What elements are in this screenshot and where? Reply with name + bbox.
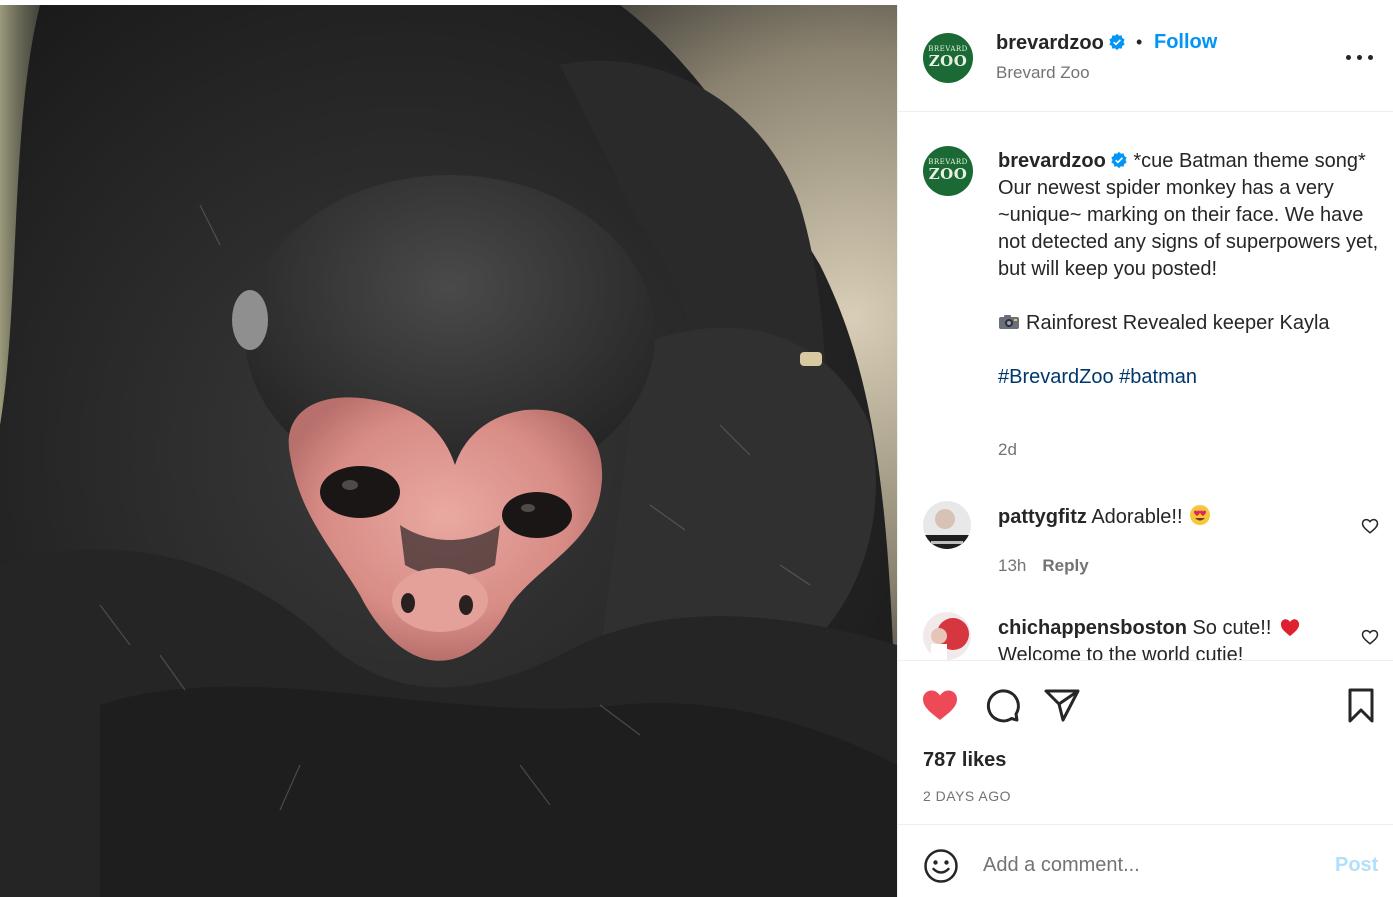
logo-text-bottom: ZOO xyxy=(928,165,968,183)
caption-avatar[interactable]: BREVARD ZOO xyxy=(923,146,973,196)
header-username-wrap: brevardzoo xyxy=(996,32,1126,55)
comment-avatar[interactable] xyxy=(923,501,971,549)
zoo-logo: BREVARD ZOO xyxy=(923,33,973,83)
comment-input[interactable] xyxy=(983,847,1303,883)
post-actions: 787 likes 2 DAYS AGO xyxy=(898,660,1393,824)
caption-time[interactable]: 2d xyxy=(998,440,1017,460)
caption-text: brevardzoo *cue Batman theme song* Our n… xyxy=(998,148,1383,391)
follow-button[interactable]: Follow xyxy=(1154,31,1217,54)
caption-credit-line: Rainforest Revealed keeper Kayla xyxy=(998,310,1383,337)
avatar-image xyxy=(923,612,971,660)
comment-row: pattygfitz Adorable!! 13h Reply xyxy=(898,501,1393,601)
save-bookmark-icon[interactable] xyxy=(1341,685,1381,725)
logo-text-bottom: ZOO xyxy=(928,52,968,70)
comment-like-icon[interactable] xyxy=(1361,517,1379,535)
comment-row: chichappensboston So cute!! Welcome to t… xyxy=(898,612,1393,660)
header-subtitle[interactable]: Brevard Zoo xyxy=(996,63,1090,83)
comment-text: pattygfitz Adorable!! xyxy=(998,504,1348,531)
caption-hashtags[interactable]: #BrevardZoo #batman xyxy=(998,364,1383,391)
caption-credit: Rainforest Revealed keeper Kayla xyxy=(1026,312,1330,334)
comment-like-icon[interactable] xyxy=(1361,628,1379,646)
comment-body: Adorable!! xyxy=(1091,506,1183,528)
likes-count[interactable]: 787 likes xyxy=(923,749,1006,772)
red-heart-emoji-icon xyxy=(1281,619,1300,637)
avatar-image xyxy=(923,501,971,549)
comment-text: chichappensboston So cute!! Welcome to t… xyxy=(998,615,1348,660)
spider-monkey-photo xyxy=(0,5,897,897)
more-options-icon[interactable] xyxy=(1346,45,1374,69)
comments-area[interactable]: BREVARD ZOO brevardzoo *cue Batman theme… xyxy=(898,113,1393,660)
add-comment-bar: Post xyxy=(898,824,1393,897)
like-heart-icon[interactable] xyxy=(920,685,960,725)
heart-eyes-emoji-icon xyxy=(1189,505,1210,525)
emoji-picker-icon[interactable] xyxy=(923,848,959,884)
share-icon[interactable] xyxy=(1042,685,1082,725)
comment-icon[interactable] xyxy=(982,685,1022,725)
comment-username[interactable]: pattygfitz xyxy=(998,506,1087,528)
header-separator: • xyxy=(1136,32,1143,52)
post-date[interactable]: 2 DAYS AGO xyxy=(923,788,1011,804)
post-photo[interactable] xyxy=(0,5,897,897)
post-header: BREVARD ZOO brevardzoo • Follow Brevard … xyxy=(898,5,1393,112)
post-side-panel: BREVARD ZOO brevardzoo • Follow Brevard … xyxy=(897,5,1393,897)
zoo-logo: BREVARD ZOO xyxy=(923,146,973,196)
post-button[interactable]: Post xyxy=(1335,854,1378,877)
verified-badge-icon xyxy=(1109,33,1125,51)
comment-body: So cute!! xyxy=(1192,617,1272,639)
comment-time[interactable]: 13h xyxy=(998,556,1026,575)
reply-button[interactable]: Reply xyxy=(1042,556,1088,575)
camera-emoji-icon xyxy=(999,315,1019,329)
comment-avatar[interactable] xyxy=(923,612,971,660)
comment-meta: 13h Reply xyxy=(998,556,1089,576)
verified-badge-icon xyxy=(1111,151,1127,169)
header-username[interactable]: brevardzoo xyxy=(996,32,1104,54)
brevardzoo-avatar[interactable]: BREVARD ZOO xyxy=(923,33,973,83)
comment-username[interactable]: chichappensboston xyxy=(998,617,1187,639)
caption-username[interactable]: brevardzoo xyxy=(998,150,1106,172)
comment-body-line2: Welcome to the world cutie! xyxy=(998,644,1244,660)
